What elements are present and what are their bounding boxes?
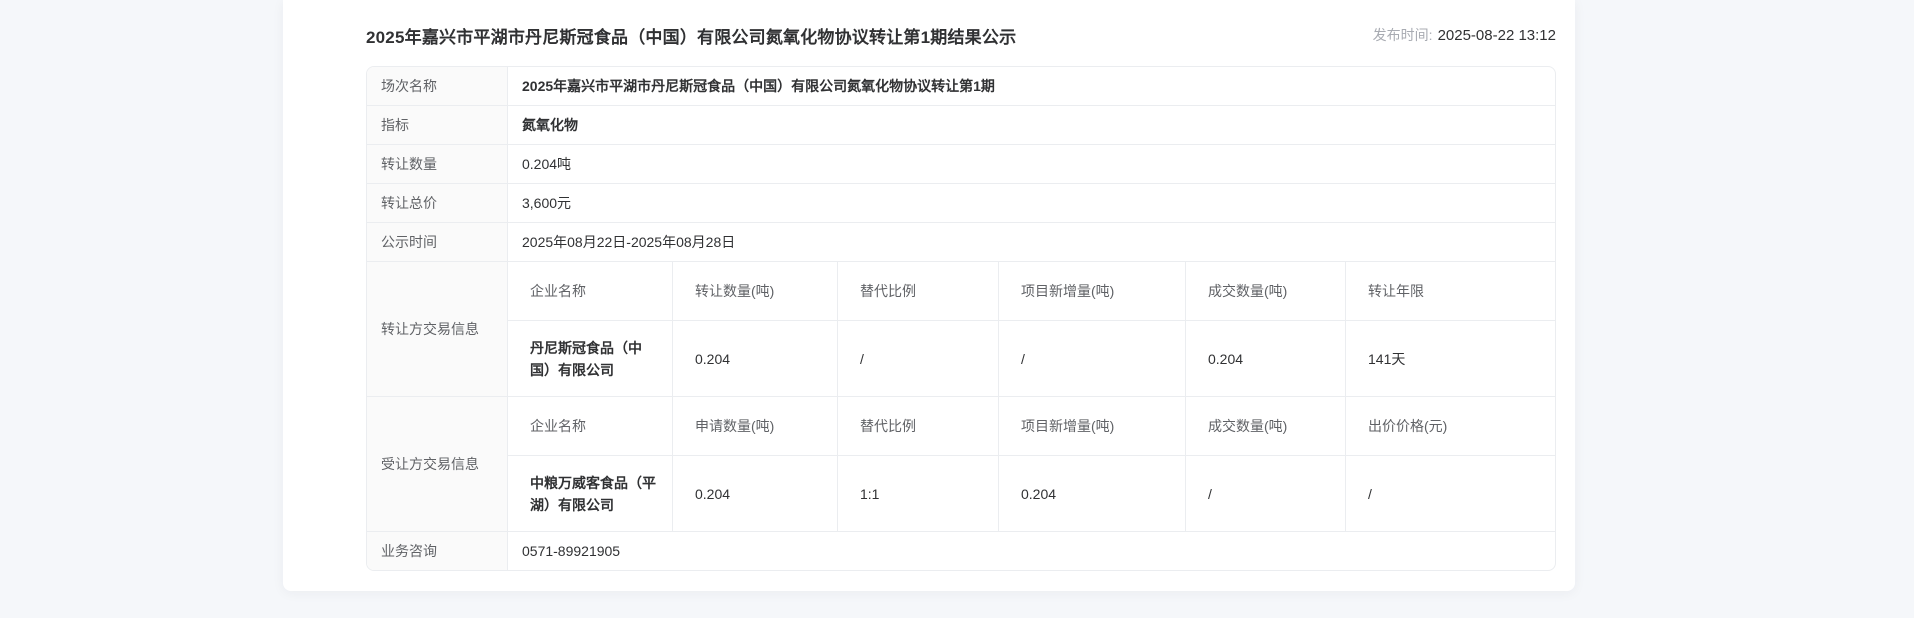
row-label-consultation: 业务咨询 [367,532,508,570]
announcement-card: 2025年嘉兴市平湖市丹尼斯冠食品（中国）有限公司氮氧化物协议转让第1期结果公示… [283,0,1575,591]
row-label-indicator: 指标 [367,106,508,144]
table-row-session: 场次名称 2025年嘉兴市平湖市丹尼斯冠食品（中国）有限公司氮氧化物协议转让第1… [367,67,1555,106]
transferor-deal-quantity: 0.204 [1186,321,1346,396]
row-value-publicity-period: 2025年08月22日-2025年08月28日 [522,234,736,250]
section-label-transferor: 转让方交易信息 [367,262,508,396]
row-value-total-price: 3,600元 [522,195,572,211]
transferor-project-increment: / [999,321,1186,396]
publish-time-label: 发布时间: [1372,27,1433,43]
transferee-company: 中粮万威客食品（平湖）有限公司 [508,456,673,531]
table-row-publicity-period: 公示时间 2025年08月22日-2025年08月28日 [367,223,1555,262]
transferee-header-row: 企业名称 申请数量(吨) 替代比例 项目新增量(吨) 成交数量(吨) 出价价格(… [508,397,1555,456]
transferee-deal-quantity: / [1186,456,1346,531]
transferor-term: 141天 [1368,350,1406,367]
transferor-header-ratio: 替代比例 [838,262,999,320]
transferee-table: 企业名称 申请数量(吨) 替代比例 项目新增量(吨) 成交数量(吨) 出价价格(… [508,397,1555,531]
transferor-header-term: 转让年限 [1368,283,1424,299]
transferor-header-company: 企业名称 [508,262,673,320]
transferor-data-row: 丹尼斯冠食品（中国）有限公司 0.204 / / 0.204 141天 [508,321,1555,396]
row-label-transfer-quantity: 转让数量 [367,145,508,183]
row-label-session: 场次名称 [367,67,508,105]
row-value-indicator: 氮氧化物 [522,117,578,133]
transferee-header-ratio: 替代比例 [838,397,999,455]
transferee-header-apply-quantity: 申请数量(吨) [673,397,838,455]
transferee-apply-quantity: 0.204 [673,456,838,531]
card-header: 2025年嘉兴市平湖市丹尼斯冠食品（中国）有限公司氮氧化物协议转让第1期结果公示… [366,21,1556,49]
transferee-header-company: 企业名称 [508,397,673,455]
transferor-ratio: / [838,321,999,396]
transferor-company: 丹尼斯冠食品（中国）有限公司 [508,321,673,396]
transferor-header-project-increment: 项目新增量(吨) [999,262,1186,320]
announcement-table: 场次名称 2025年嘉兴市平湖市丹尼斯冠食品（中国）有限公司氮氧化物协议转让第1… [366,66,1556,571]
row-label-total-price: 转让总价 [367,184,508,222]
row-value-transfer-quantity: 0.204吨 [522,156,572,172]
section-label-transferee: 受让方交易信息 [367,397,508,531]
table-row-consultation: 业务咨询 0571-89921905 [367,532,1555,570]
table-row-total-price: 转让总价 3,600元 [367,184,1555,223]
section-transferee: 受让方交易信息 企业名称 申请数量(吨) 替代比例 项目新增量(吨) 成交数量(… [367,397,1555,532]
row-value-consultation-phone: 0571-89921905 [522,543,621,559]
transferee-project-increment: 0.204 [999,456,1186,531]
transferee-data-row: 中粮万威客食品（平湖）有限公司 0.204 1:1 0.204 / / [508,456,1555,531]
transferor-table: 企业名称 转让数量(吨) 替代比例 项目新增量(吨) 成交数量(吨) 转让年限 … [508,262,1555,396]
section-transferor: 转让方交易信息 企业名称 转让数量(吨) 替代比例 项目新增量(吨) 成交数量(… [367,262,1555,397]
table-row-transfer-quantity: 转让数量 0.204吨 [367,145,1555,184]
table-row-indicator: 指标 氮氧化物 [367,106,1555,145]
row-label-publicity-period: 公示时间 [367,223,508,261]
transferor-header-row: 企业名称 转让数量(吨) 替代比例 项目新增量(吨) 成交数量(吨) 转让年限 [508,262,1555,321]
transferee-bid-price: / [1368,485,1372,502]
row-value-session: 2025年嘉兴市平湖市丹尼斯冠食品（中国）有限公司氮氧化物协议转让第1期 [522,78,995,94]
publish-time: 发布时间: 2025-08-22 13:12 [1373,25,1556,45]
transferee-header-deal-quantity: 成交数量(吨) [1186,397,1346,455]
page-title: 2025年嘉兴市平湖市丹尼斯冠食品（中国）有限公司氮氧化物协议转让第1期结果公示 [366,27,1017,47]
page: { "header": { "title": "2025年嘉兴市平湖市丹尼斯冠食… [0,0,1914,618]
transferor-header-quantity: 转让数量(吨) [673,262,838,320]
transferor-header-deal-quantity: 成交数量(吨) [1186,262,1346,320]
publish-time-value: 2025-08-22 13:12 [1437,26,1556,44]
transferee-header-bid-price: 出价价格(元) [1368,418,1448,434]
transferor-quantity: 0.204 [673,321,838,396]
transferee-header-project-increment: 项目新增量(吨) [999,397,1186,455]
transferee-ratio: 1:1 [838,456,999,531]
